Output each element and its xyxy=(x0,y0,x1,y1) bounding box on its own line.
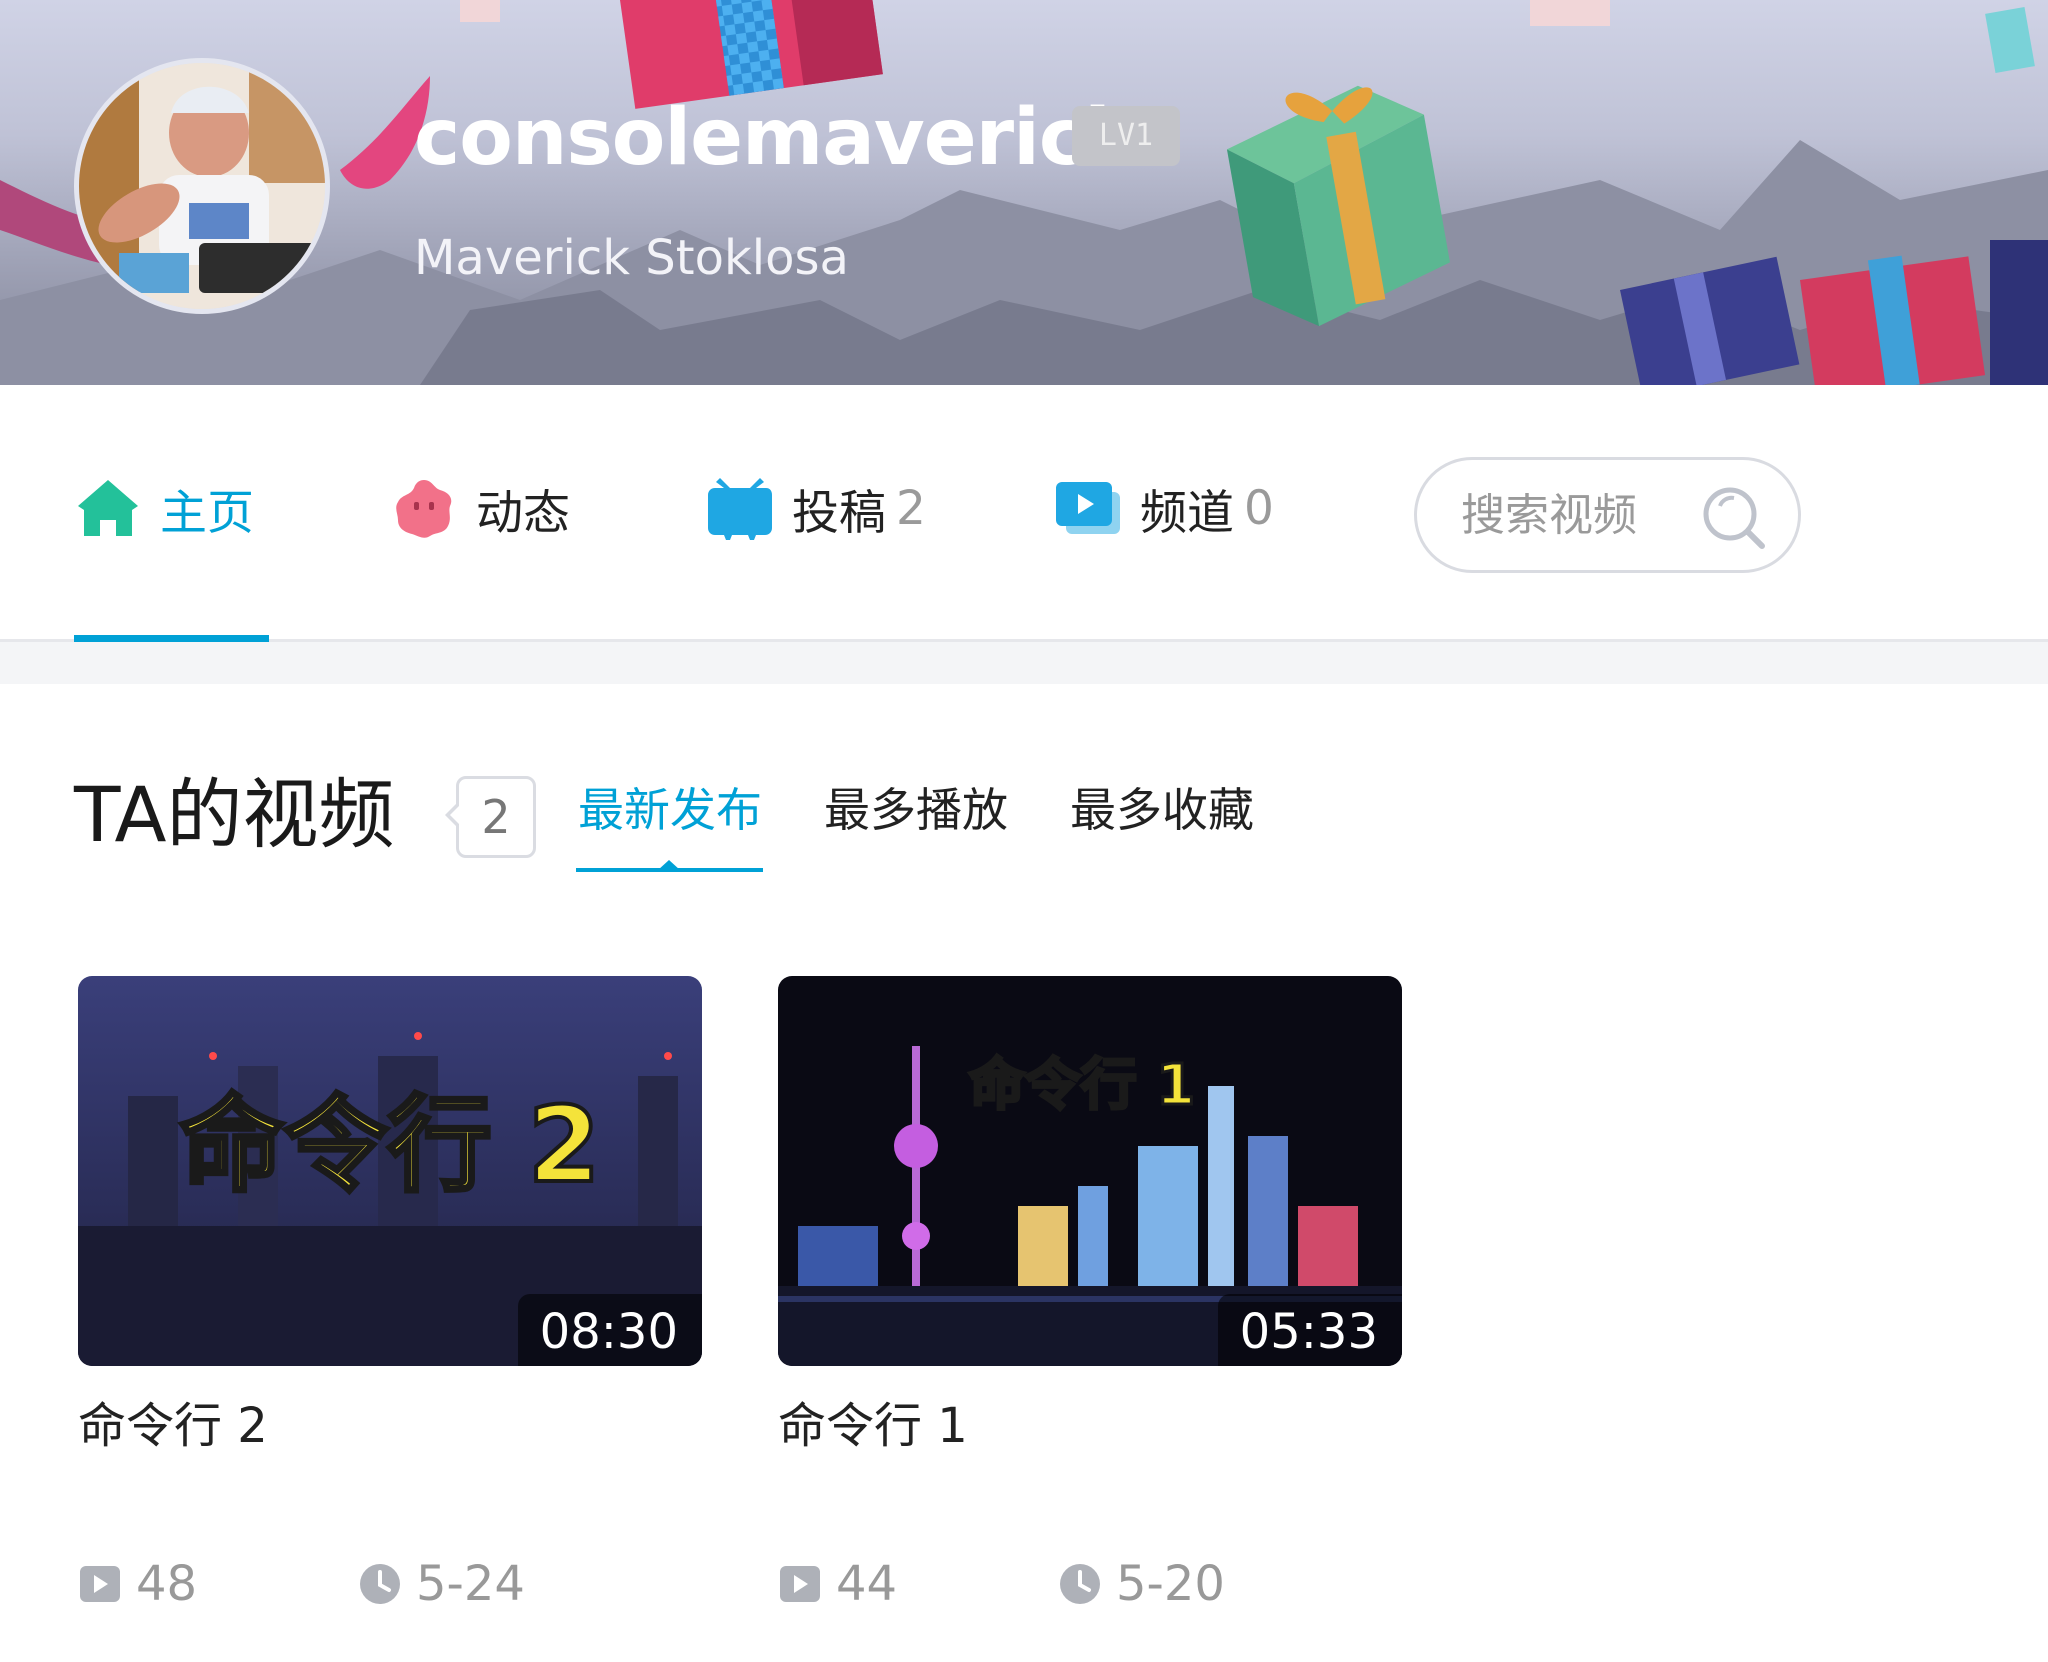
video-search[interactable] xyxy=(1414,457,1801,573)
video-meta: 48 5-24 xyxy=(78,1556,702,1616)
thumbnail-caption: 命令行 2 xyxy=(180,1084,601,1206)
username: consolemaverick xyxy=(414,93,1136,183)
video-thumbnail[interactable]: 命令行 1 05:33 xyxy=(778,976,1402,1366)
tab-submissions[interactable]: 投稿 2 xyxy=(706,473,926,543)
tab-channel-count: 0 xyxy=(1244,480,1274,536)
section-separator xyxy=(0,642,2048,684)
dynamic-icon xyxy=(396,480,452,538)
tab-submissions-count: 2 xyxy=(896,480,926,536)
play-count-value: 44 xyxy=(836,1556,898,1612)
play-count-icon xyxy=(780,1566,820,1602)
play-count-value: 48 xyxy=(136,1556,198,1612)
video-meta: 44 5-20 xyxy=(778,1556,1402,1616)
home-icon xyxy=(78,480,138,536)
sort-tab-newest[interactable]: 最新发布 xyxy=(578,780,762,840)
real-name: Maverick Stoklosa xyxy=(414,230,849,286)
video-card[interactable]: 命令行 2 08:30 命令行 2 48 5-24 xyxy=(78,976,702,1612)
tab-dynamic-label: 动态 xyxy=(476,485,570,541)
tab-home-label: 主页 xyxy=(160,485,254,541)
search-input[interactable] xyxy=(1459,488,1703,542)
user-avatar-icon xyxy=(79,63,325,309)
video-card[interactable]: 命令行 1 05:33 命令行 1 44 5-20 xyxy=(778,976,1402,1612)
thumbnail-caption: 命令行 1 xyxy=(969,1053,1195,1118)
video-title[interactable]: 命令行 2 xyxy=(78,1396,702,1456)
avatar[interactable] xyxy=(74,58,330,314)
tab-home[interactable]: 主页 xyxy=(74,473,254,543)
video-thumbnail[interactable]: 命令行 2 08:30 xyxy=(78,976,702,1366)
channel-icon xyxy=(1056,482,1120,534)
clock-icon xyxy=(1060,1564,1100,1604)
sort-tab-most-played[interactable]: 最多播放 xyxy=(824,780,1008,840)
video-count-badge: 2 xyxy=(445,776,536,858)
sort-tab-most-favorited[interactable]: 最多收藏 xyxy=(1070,780,1254,840)
tv-icon xyxy=(708,478,772,540)
publish-date-value: 5-24 xyxy=(416,1556,525,1612)
tab-dynamic[interactable]: 动态 xyxy=(390,473,570,543)
level-badge: LV1 xyxy=(1072,106,1180,166)
publish-date: 5-20 xyxy=(1058,1556,1225,1612)
section-title: TA的视频 xyxy=(74,770,395,859)
clock-icon xyxy=(360,1564,400,1604)
sort-caret xyxy=(658,860,680,870)
profile-banner: consolemaverick LV1 Maverick Stoklosa xyxy=(0,0,2048,385)
publish-date-value: 5-20 xyxy=(1116,1556,1225,1612)
publish-date: 5-24 xyxy=(358,1556,525,1612)
video-duration: 08:30 xyxy=(517,1294,702,1366)
videos-section: TA的视频 2 最新发布 最多播放 最多收藏 命令行 2 08:30 命令行 2… xyxy=(0,684,2048,1662)
play-count-icon xyxy=(80,1566,120,1602)
tab-channel[interactable]: 频道 0 xyxy=(1054,473,1274,543)
video-title[interactable]: 命令行 1 xyxy=(778,1396,1402,1456)
profile-nav: 主页 动态 投稿 2 频道 0 xyxy=(0,385,2048,645)
play-count: 48 xyxy=(78,1556,197,1612)
tab-channel-label: 频道 xyxy=(1140,485,1234,541)
tab-submissions-label: 投稿 xyxy=(792,485,886,541)
video-duration: 05:33 xyxy=(1217,1294,1402,1366)
search-icon[interactable] xyxy=(1698,482,1770,554)
play-count: 44 xyxy=(778,1556,897,1612)
